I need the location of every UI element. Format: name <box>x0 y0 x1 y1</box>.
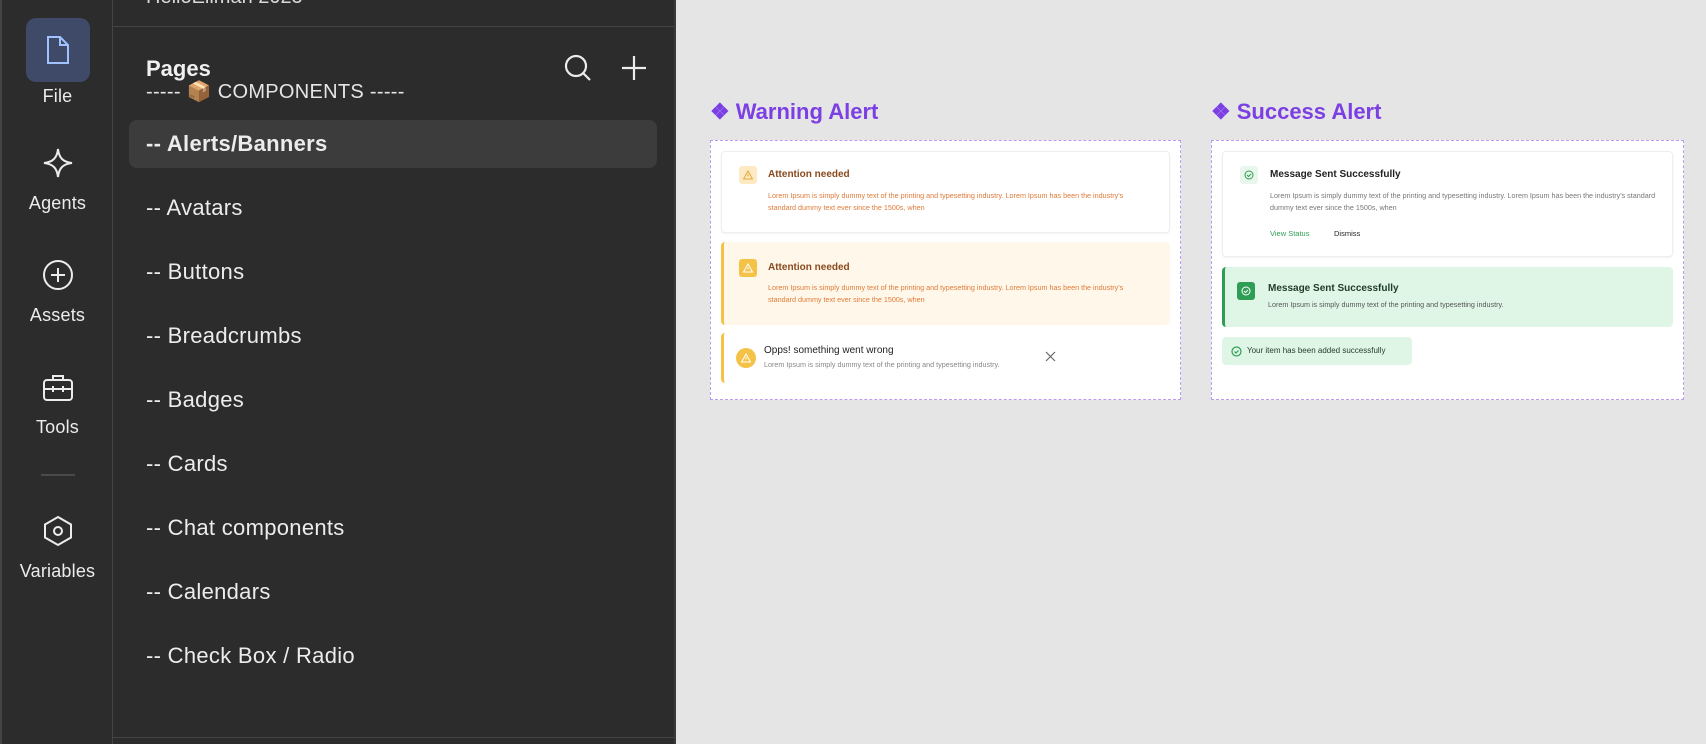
warning-alert-plain[interactable]: Attention needed Lorem Ipsum is simply d… <box>721 151 1170 233</box>
page-item-cards[interactable]: -- Cards <box>129 432 657 496</box>
page-item-badges[interactable]: -- Badges <box>129 368 657 432</box>
alert-title: Opps! something went wrong <box>764 345 894 356</box>
alert-body: Lorem Ipsum is simply dummy text of the … <box>1268 300 1504 309</box>
rail-item-assets[interactable]: Assets <box>2 243 113 326</box>
alert-title: Message Sent Successfully <box>1268 283 1399 294</box>
dismiss-link[interactable]: Dismiss <box>1334 228 1360 240</box>
pages-panel: HelloEllman 2025 Pages ----- 📦 COMPONENT… <box>113 0 676 744</box>
page-item-calendars[interactable]: -- Calendars <box>129 560 657 624</box>
page-item-breadcrumbs[interactable]: -- Breadcrumbs <box>129 304 657 368</box>
page-item-alerts-banners[interactable]: -- Alerts/Banners <box>129 120 657 168</box>
warning-alert-frame[interactable]: Attention needed Lorem Ipsum is simply d… <box>710 140 1181 400</box>
frame-title-text: Warning Alert <box>735 99 879 124</box>
rail-item-variables[interactable]: Variables <box>2 499 113 582</box>
left-rail: File Agents Assets Tools Variables <box>0 0 113 744</box>
toolbox-icon[interactable] <box>26 355 90 419</box>
warning-alert-highlighted[interactable]: Attention needed Lorem Ipsum is simply d… <box>721 242 1170 325</box>
rail-label-assets: Assets <box>29 305 86 325</box>
file-title: HelloEllman 2025 <box>146 0 303 9</box>
check-circle-icon <box>1230 345 1242 357</box>
alert-title: Attention needed <box>768 262 850 273</box>
file-icon[interactable] <box>25 18 90 82</box>
rail-label-agents: Agents <box>28 193 87 213</box>
plus-circle-icon[interactable] <box>26 243 90 307</box>
rail-label-file: File <box>42 86 73 106</box>
divider <box>113 737 674 738</box>
success-alert-with-actions[interactable]: Message Sent Successfully Lorem Ipsum is… <box>1222 151 1673 257</box>
alert-title: Attention needed <box>768 169 850 180</box>
rail-label-variables: Variables <box>19 561 96 581</box>
warning-icon <box>739 166 757 184</box>
alert-title: Message Sent Successfully <box>1270 169 1401 180</box>
sparkle-icon[interactable] <box>26 131 90 195</box>
alert-body: Lorem Ipsum is simply dummy text of the … <box>768 283 1124 304</box>
frame-title-success[interactable]: ❖ Success Alert <box>1211 99 1381 125</box>
rail-divider <box>41 474 75 476</box>
component-icon: ❖ <box>710 99 730 124</box>
close-icon[interactable] <box>1043 349 1057 363</box>
success-toast[interactable]: Your item has been added successfully <box>1222 337 1412 365</box>
component-icon: ❖ <box>1211 99 1231 124</box>
success-alert-frame[interactable]: Message Sent Successfully Lorem Ipsum is… <box>1211 140 1684 400</box>
alert-body: Lorem Ipsum is simply dummy text of the … <box>1270 191 1656 212</box>
warning-alert-toast[interactable]: Opps! something went wrong Lorem Ipsum i… <box>721 333 1170 383</box>
page-list: ----- 📦 COMPONENTS ----- -- Alerts/Banne… <box>129 81 657 688</box>
page-item-buttons[interactable]: -- Buttons <box>129 240 657 304</box>
frame-title-warning[interactable]: ❖ Warning Alert <box>710 99 878 125</box>
toast-text: Your item has been added successfully <box>1247 346 1386 355</box>
frame-title-text: Success Alert <box>1236 99 1382 124</box>
hexagon-icon[interactable] <box>26 499 90 563</box>
check-circle-icon <box>1237 282 1255 300</box>
check-circle-icon <box>1240 166 1258 184</box>
success-alert-highlighted[interactable]: Message Sent Successfully Lorem Ipsum is… <box>1222 267 1673 327</box>
alert-body: Lorem Ipsum is simply dummy text of the … <box>768 191 1124 212</box>
page-item-avatars[interactable]: -- Avatars <box>129 176 657 240</box>
warning-icon <box>739 259 757 277</box>
alert-body: Lorem Ipsum is simply dummy text of the … <box>764 360 1000 369</box>
rail-item-agents[interactable]: Agents <box>2 131 113 214</box>
rail-item-file[interactable]: File <box>2 18 113 107</box>
divider <box>113 26 674 27</box>
page-item-chat-components[interactable]: -- Chat components <box>129 496 657 560</box>
page-item-check-box-radio[interactable]: -- Check Box / Radio <box>129 624 657 688</box>
rail-item-tools[interactable]: Tools <box>2 355 113 438</box>
view-status-link[interactable]: View Status <box>1270 228 1309 240</box>
warning-icon <box>736 348 756 368</box>
page-item-components-section[interactable]: ----- 📦 COMPONENTS ----- <box>129 70 657 112</box>
rail-label-tools: Tools <box>35 417 80 437</box>
